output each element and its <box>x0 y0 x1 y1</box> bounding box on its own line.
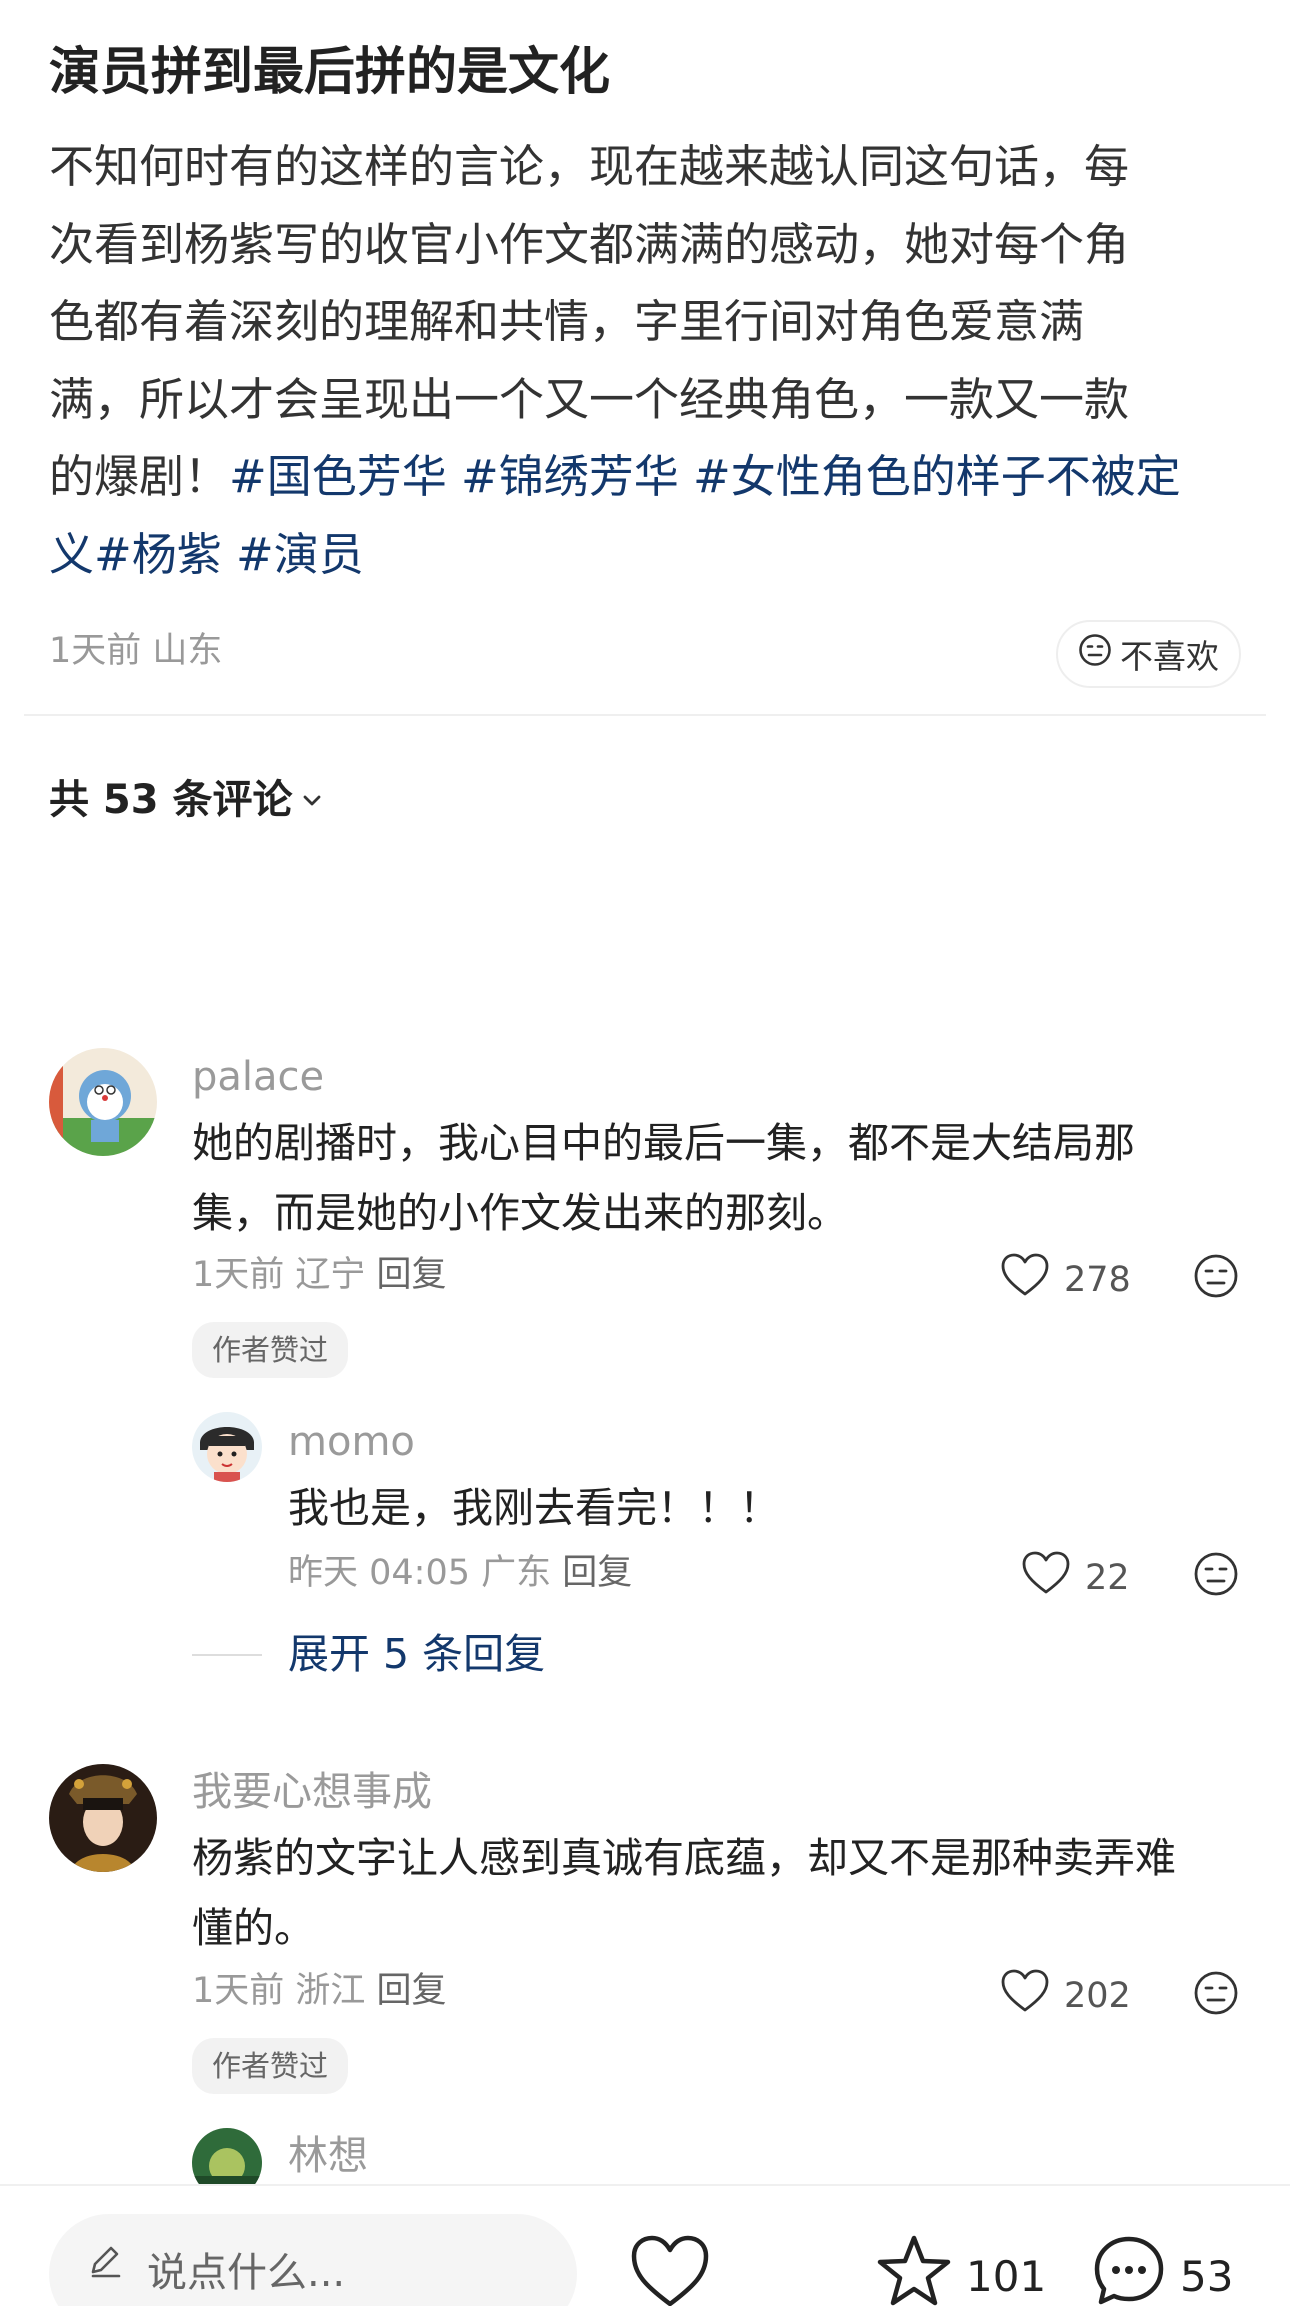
heart-icon <box>1000 1252 1050 1307</box>
comments-count-label: 共 53 条评论 <box>49 777 293 823</box>
comment-meta: 1天前 浙江 回复 <box>192 1966 447 2016</box>
comment-author[interactable]: palace <box>192 1049 324 1105</box>
favorite-count: 101 <box>966 2251 1047 2301</box>
divider <box>24 714 1266 716</box>
comment-count: 53 <box>1180 2251 1234 2301</box>
comment-author[interactable]: momo <box>288 1414 415 1470</box>
comments-sort-dropdown[interactable]: 共 53 条评论 <box>49 772 325 828</box>
meh-face-icon[interactable] <box>1193 1551 1239 1601</box>
speech-bubble-icon <box>1092 2234 1166 2306</box>
dislike-button[interactable]: 不喜欢 <box>1056 620 1241 688</box>
post-body: 不知何时有的这样的言论，现在越来越认同这句话，每 次看到杨紫写的收官小作文都满满… <box>49 128 1249 593</box>
like-button[interactable]: 22 <box>1021 1550 1130 1605</box>
post-meta: 1天前 山东 <box>49 631 223 671</box>
expand-replies-link[interactable]: 展开 5 条回复 <box>288 1626 545 1682</box>
comment-time-location: 1天前 浙江 <box>192 1971 366 2011</box>
post-body-line: 的爆剧！#国色芳华 #锦绣芳华 #女性角色的样子不被定 <box>49 438 1249 516</box>
dislike-label: 不喜欢 <box>1120 637 1219 676</box>
reply-link[interactable]: 回复 <box>377 1255 447 1295</box>
like-count: 278 <box>1064 1259 1131 1300</box>
heart-icon <box>1000 1968 1050 2023</box>
chevron-down-icon <box>299 772 325 828</box>
author-liked-badge: 作者赞过 <box>192 1322 349 1378</box>
post-title: 演员拼到最后拼的是文化 <box>49 43 611 102</box>
comment-meta: 昨天 04:05 广东 回复 <box>288 1548 632 1598</box>
heart-like-button[interactable] <box>630 2234 710 2306</box>
post-body-line: 色都有着深刻的理解和共情，字里行间对角色爱意满 <box>49 295 1085 348</box>
comment-text-line: 集，而是她的小作文发出来的那刻。 <box>192 1189 848 1237</box>
heart-icon <box>1021 1550 1071 1605</box>
comment-text: 我也是，我刚去看完！！！ <box>288 1484 780 1532</box>
expand-divider <box>192 1654 262 1656</box>
favorite-button[interactable]: 101 <box>876 2234 1046 2306</box>
avatar[interactable] <box>49 1048 157 1156</box>
post-body-line: 不知何时有的这样的言论，现在越来越认同这句话，每 <box>49 140 1130 193</box>
heart-icon <box>630 2234 710 2306</box>
star-icon <box>876 2234 952 2306</box>
like-button[interactable]: 278 <box>1000 1252 1131 1307</box>
comment-author[interactable]: 我要心想事成 <box>192 1764 432 1820</box>
reply-link[interactable]: 回复 <box>377 1971 447 2011</box>
comment-time-location: 昨天 04:05 广东 <box>288 1553 552 1593</box>
pencil-icon <box>85 2240 125 2290</box>
meh-face-icon <box>1078 633 1112 675</box>
post-body-line: 次看到杨紫写的收官小作文都满满的感动，她对每个角 <box>49 217 1130 271</box>
comment-time-location: 1天前 辽宁 <box>192 1255 366 1295</box>
comment-meta: 1天前 辽宁 回复 <box>192 1250 447 1300</box>
like-count: 202 <box>1064 1975 1131 2016</box>
post-body-line: 满，所以才会呈现出一个又一个经典角色，一款又一款 <box>49 372 1130 426</box>
like-button[interactable]: 202 <box>1000 1968 1131 2023</box>
comment-text-line: 杨紫的文字让人感到真诚有底蕴，却又不是那种卖弄难 <box>192 1834 1176 1882</box>
post-body-text: 的爆剧！ <box>49 450 230 503</box>
meh-face-icon[interactable] <box>1193 1970 1239 2020</box>
comment-input[interactable]: 说点什么... <box>49 2214 577 2306</box>
avatar[interactable] <box>192 1412 262 1482</box>
comment-button[interactable]: 53 <box>1092 2234 1233 2306</box>
avatar[interactable] <box>49 1764 157 1872</box>
comment-author[interactable]: 林想 <box>288 2128 368 2184</box>
comment-text: 杨紫的文字让人感到真诚有底蕴，却又不是那种卖弄难 懂的。 <box>192 1823 1176 1963</box>
reply-link[interactable]: 回复 <box>562 1553 632 1593</box>
hashtag-links[interactable]: 义#杨紫 #演员 <box>49 516 1249 594</box>
author-liked-badge: 作者赞过 <box>192 2038 349 2094</box>
comment-input-placeholder: 说点什么... <box>147 2250 346 2296</box>
hashtag-links[interactable]: #国色芳华 #锦绣芳华 #女性角色的样子不被定 <box>229 450 1181 503</box>
like-count: 22 <box>1085 1557 1130 1598</box>
bottom-action-bar: 说点什么... 101 53 <box>0 2184 1290 2306</box>
comment-text-line: 懂的。 <box>192 1904 315 1952</box>
meh-face-icon[interactable] <box>1193 1253 1239 1303</box>
comment-text-line: 她的剧播时，我心目中的最后一集，都不是大结局那 <box>192 1119 1135 1167</box>
comment-text: 她的剧播时，我心目中的最后一集，都不是大结局那 集，而是她的小作文发出来的那刻。 <box>192 1108 1135 1248</box>
